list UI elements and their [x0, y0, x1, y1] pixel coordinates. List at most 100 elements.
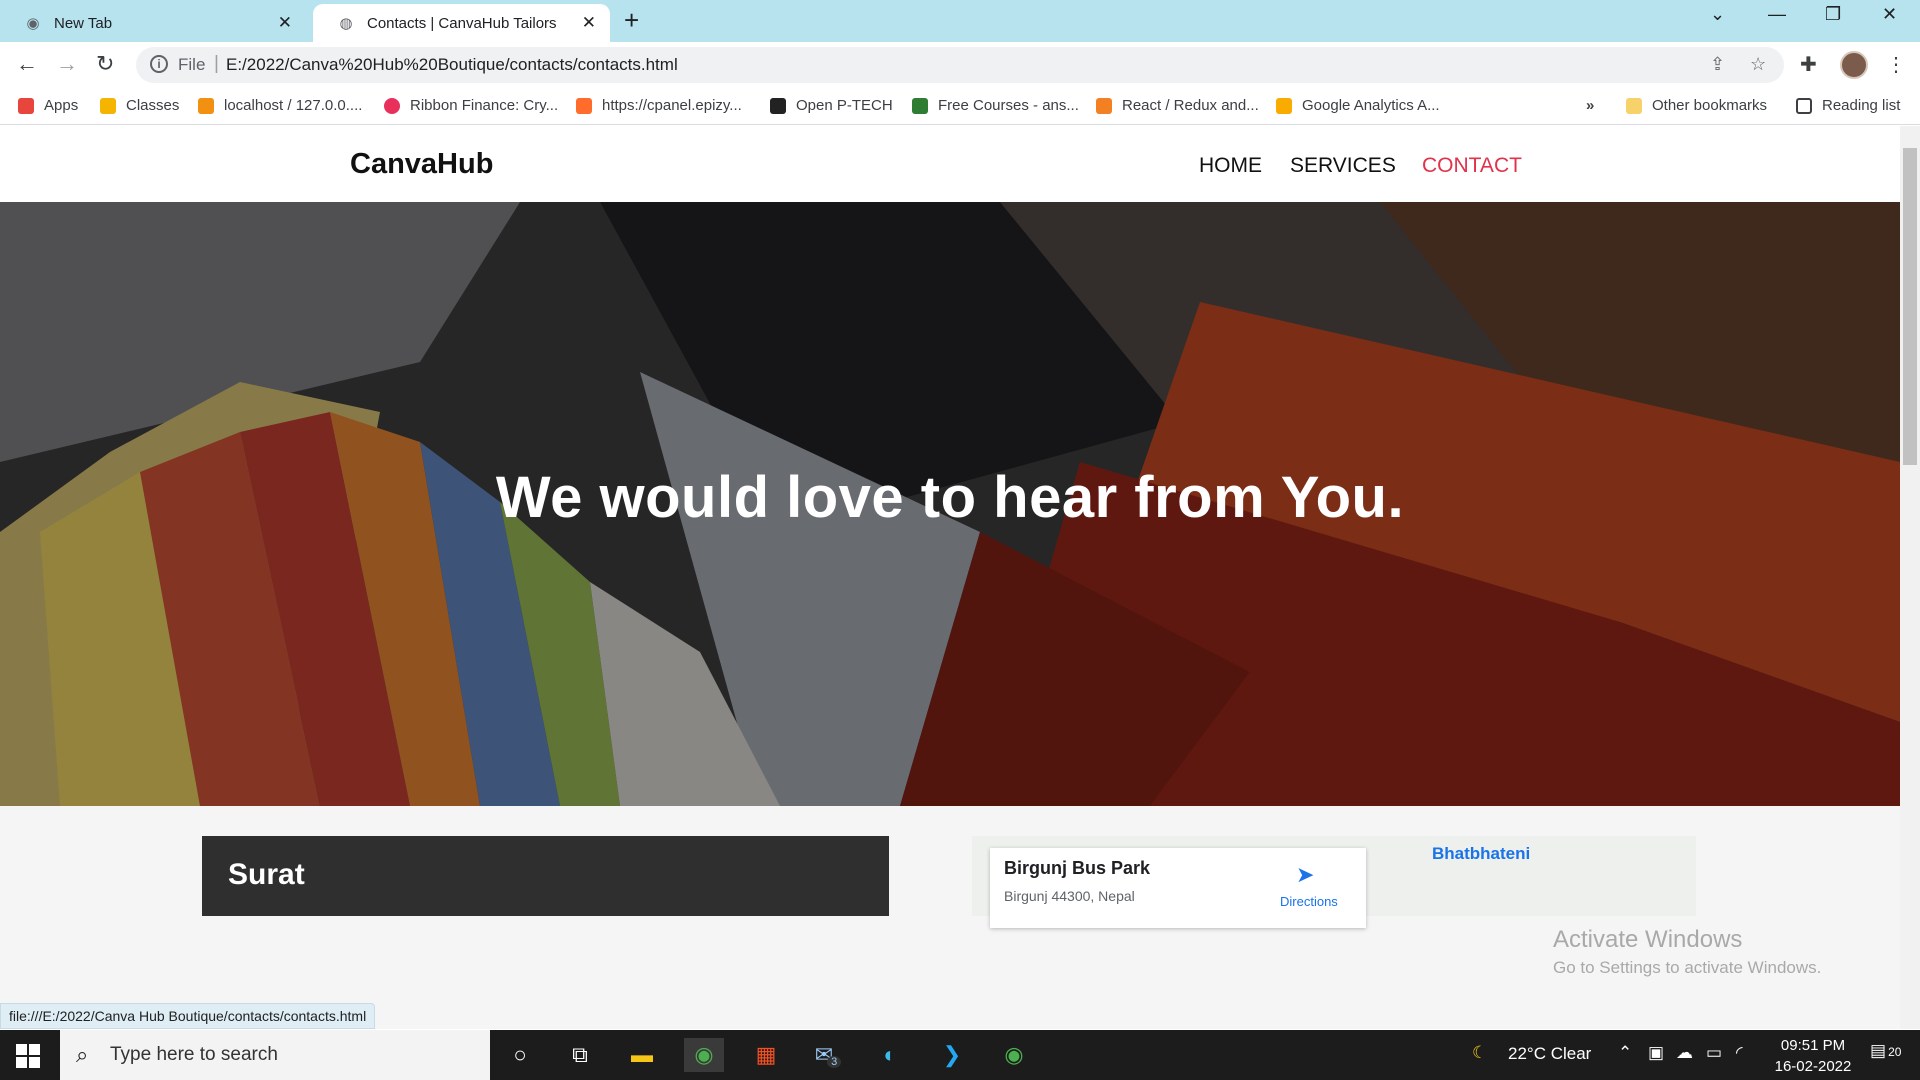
tray-chevron-icon[interactable]: ⌃: [1618, 1043, 1632, 1063]
bookmark-ptech[interactable]: Open P-TECH: [770, 97, 893, 114]
chrome-profile-taskbar-icon[interactable]: ◉: [994, 1038, 1034, 1072]
directions-link[interactable]: Directions: [1280, 894, 1338, 909]
browser-tab-strip: ◉ New Tab ✕ ◍ Contacts | CanvaHub Tailor…: [0, 0, 1920, 42]
reload-icon[interactable]: ↻: [96, 51, 114, 77]
start-windows-icon[interactable]: [16, 1044, 40, 1068]
weather-text[interactable]: 22°C Clear: [1508, 1044, 1591, 1064]
reading-list[interactable]: Reading list: [1796, 97, 1900, 114]
apps-grid-icon: [18, 97, 34, 114]
battery-icon[interactable]: ▭: [1706, 1043, 1722, 1063]
notification-center-icon[interactable]: ▤ 20: [1870, 1041, 1901, 1061]
bookmark-cpanel[interactable]: https://cpanel.epizy...: [576, 97, 742, 114]
analytics-icon: [1276, 97, 1292, 114]
chrome-taskbar-icon[interactable]: ◉: [684, 1038, 724, 1072]
nav-link-services[interactable]: SERVICES: [1290, 154, 1396, 178]
more-bookmarks-chevron-icon[interactable]: »: [1586, 97, 1594, 114]
mail-badge: 3: [827, 1056, 842, 1068]
scrollbar-thumb[interactable]: [1903, 148, 1917, 465]
microsoft-store-icon[interactable]: ▦: [746, 1038, 786, 1072]
bookmark-label: React / Redux and...: [1122, 97, 1259, 114]
restore-button[interactable]: ❐: [1825, 4, 1841, 25]
mail-icon[interactable]: ✉ 3: [808, 1038, 848, 1072]
city-name: Surat: [228, 858, 305, 891]
bookmark-label: Classes: [126, 97, 180, 114]
bookmark-label: Other bookmarks: [1652, 97, 1768, 114]
react-icon: [1096, 97, 1112, 114]
bookmark-label: Apps: [44, 97, 79, 114]
bookmarks-bar: Apps Classes localhost / 127.0.0.... Rib…: [0, 88, 1920, 125]
onedrive-cloud-icon[interactable]: ☁: [1676, 1043, 1693, 1063]
clock-time[interactable]: 09:51 PM: [1778, 1037, 1848, 1054]
share-icon[interactable]: ⇪: [1710, 54, 1725, 75]
bookmark-classes[interactable]: Classes: [100, 97, 179, 114]
bookmark-react-redux[interactable]: React / Redux and...: [1096, 97, 1259, 114]
cortana-icon[interactable]: ○: [500, 1038, 540, 1072]
bookmark-google-analytics[interactable]: Google Analytics A...: [1276, 97, 1440, 114]
address-url[interactable]: E:/2022/Canva%20Hub%20Boutique/contacts/…: [226, 55, 678, 75]
browser-toolbar: ← → ↻ i File | E:/2022/Canva%20Hub%20Bou…: [0, 42, 1920, 88]
back-arrow-icon[interactable]: ←: [16, 51, 38, 77]
edge-icon[interactable]: ◐: [870, 1038, 910, 1072]
forward-arrow-icon[interactable]: →: [56, 51, 78, 77]
bookmark-label: localhost / 127.0.0....: [224, 97, 363, 114]
watermark-title: Activate Windows: [1553, 926, 1743, 953]
menu-kebab-icon[interactable]: ⋮: [1886, 52, 1906, 77]
map-place-name[interactable]: Birgunj Bus Park: [1004, 858, 1150, 879]
directions-icon[interactable]: ➤: [1296, 862, 1314, 888]
profile-avatar[interactable]: [1840, 51, 1868, 79]
file-explorer-icon[interactable]: ▬: [622, 1038, 662, 1072]
tab-title: Contacts | CanvaHub Tailors: [367, 14, 557, 32]
close-window-button[interactable]: ✕: [1882, 4, 1897, 25]
close-tab-icon[interactable]: ✕: [582, 13, 596, 33]
phpmyadmin-icon: [198, 97, 214, 114]
status-bar-url: file:///E:/2022/Canva Hub Boutique/conta…: [0, 1003, 376, 1029]
bookmark-label: Open P-TECH: [796, 97, 893, 114]
tab-new-tab[interactable]: ◉ New Tab ✕: [0, 4, 306, 42]
embedded-map[interactable]: Birgunj Bus Park Birgunj 44300, Nepal ➤ …: [972, 836, 1696, 928]
meet-now-icon[interactable]: ▣: [1648, 1043, 1664, 1063]
map-place-address: Birgunj 44300, Nepal: [1004, 888, 1135, 904]
bookmark-label: https://cpanel.epizy...: [602, 97, 742, 114]
new-tab-button[interactable]: +: [624, 5, 639, 36]
tab-search-icon[interactable]: ⌄: [1710, 4, 1725, 25]
address-scheme: File: [178, 55, 206, 74]
task-view-icon[interactable]: ⧉: [560, 1038, 600, 1072]
clock-date[interactable]: 16-02-2022: [1768, 1058, 1858, 1075]
bookmark-free-courses[interactable]: Free Courses - ans...: [912, 97, 1079, 114]
courses-icon: [912, 97, 928, 114]
activate-windows-watermark: Activate Windows Go to Settings to activ…: [1553, 926, 1821, 978]
bookmark-ribbon[interactable]: Ribbon Finance: Cry...: [384, 97, 558, 114]
page-scrollbar[interactable]: [1900, 126, 1920, 1029]
ptech-icon: [770, 97, 786, 114]
nav-link-home[interactable]: HOME: [1199, 154, 1262, 178]
nav-link-contact[interactable]: CONTACT: [1422, 154, 1522, 178]
moon-weather-icon: ☾: [1472, 1043, 1488, 1062]
site-navbar: CanvaHub HOME SERVICES CONTACT: [0, 126, 1900, 202]
cpanel-icon: [576, 97, 592, 114]
close-tab-icon[interactable]: ✕: [278, 13, 292, 33]
tab-contacts[interactable]: ◍ Contacts | CanvaHub Tailors ✕: [313, 4, 610, 42]
bookmark-localhost[interactable]: localhost / 127.0.0....: [198, 97, 362, 114]
vscode-icon[interactable]: ❯: [932, 1038, 972, 1072]
hero-banner: We would love to hear from You.: [0, 202, 1900, 806]
address-bar[interactable]: i File | E:/2022/Canva%20Hub%20Boutique/…: [136, 47, 1784, 83]
info-icon[interactable]: i: [150, 55, 168, 73]
wifi-icon[interactable]: ◜: [1736, 1043, 1743, 1063]
map-place-card: Birgunj Bus Park Birgunj 44300, Nepal ➤ …: [990, 848, 1366, 928]
globe-icon: ◍: [339, 15, 353, 32]
taskbar-search-box[interactable]: ⌕ Type here to search: [60, 1030, 490, 1080]
reading-list-icon: [1796, 97, 1812, 114]
minimize-button[interactable]: —: [1768, 4, 1786, 25]
site-brand[interactable]: CanvaHub: [350, 148, 493, 181]
map-poi-label[interactable]: Bhatbhateni: [1432, 844, 1530, 864]
ribbon-icon: [384, 97, 400, 114]
windows-taskbar: ⌕ Type here to search ○ ⧉ ▬ ◉ ▦ ✉ 3 ◐ ❯ ◉…: [0, 1030, 1920, 1080]
extensions-puzzle-icon[interactable]: ✚: [1800, 52, 1817, 77]
bookmark-other[interactable]: Other bookmarks: [1626, 97, 1767, 114]
bookmark-label: Ribbon Finance: Cry...: [410, 97, 559, 114]
bookmark-label: Google Analytics A...: [1302, 97, 1440, 114]
star-bookmark-icon[interactable]: ☆: [1750, 54, 1766, 75]
bookmark-apps[interactable]: Apps: [18, 97, 78, 114]
chrome-icon: ◉: [26, 15, 40, 32]
address-separator: |: [214, 53, 219, 74]
